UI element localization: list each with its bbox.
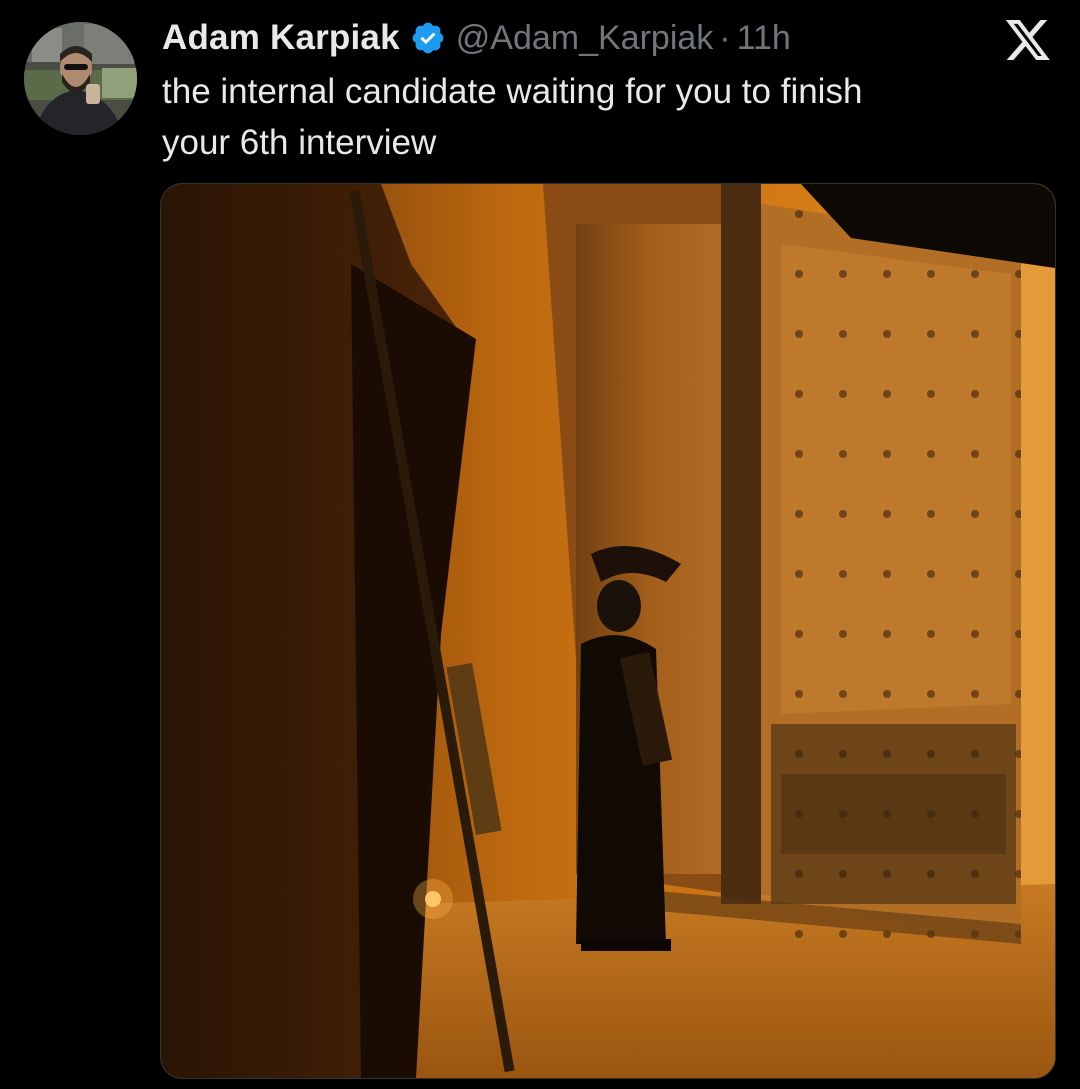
author-handle[interactable]: @Adam_Karpiak <box>456 19 714 58</box>
separator-dot: · <box>719 18 731 57</box>
tweet-timestamp[interactable]: 11h <box>737 19 791 58</box>
author-name[interactable]: Adam Karpiak <box>162 18 400 58</box>
photo-spartan-guard-icon <box>161 184 1055 1078</box>
tweet-text: the internal candidate waiting for you t… <box>162 66 1012 168</box>
tweet-header: Adam Karpiak @Adam_Karpiak · 11h <box>162 16 791 60</box>
x-logo-icon[interactable] <box>1004 20 1052 64</box>
avatar-photo-icon <box>24 22 137 135</box>
tweet-text-line: your 6th interview <box>162 123 437 162</box>
tweet-text-line: the internal candidate waiting for you t… <box>162 72 863 111</box>
verified-badge-icon <box>410 20 446 56</box>
author-avatar[interactable] <box>24 22 137 135</box>
tweet-media-image[interactable] <box>160 183 1056 1079</box>
